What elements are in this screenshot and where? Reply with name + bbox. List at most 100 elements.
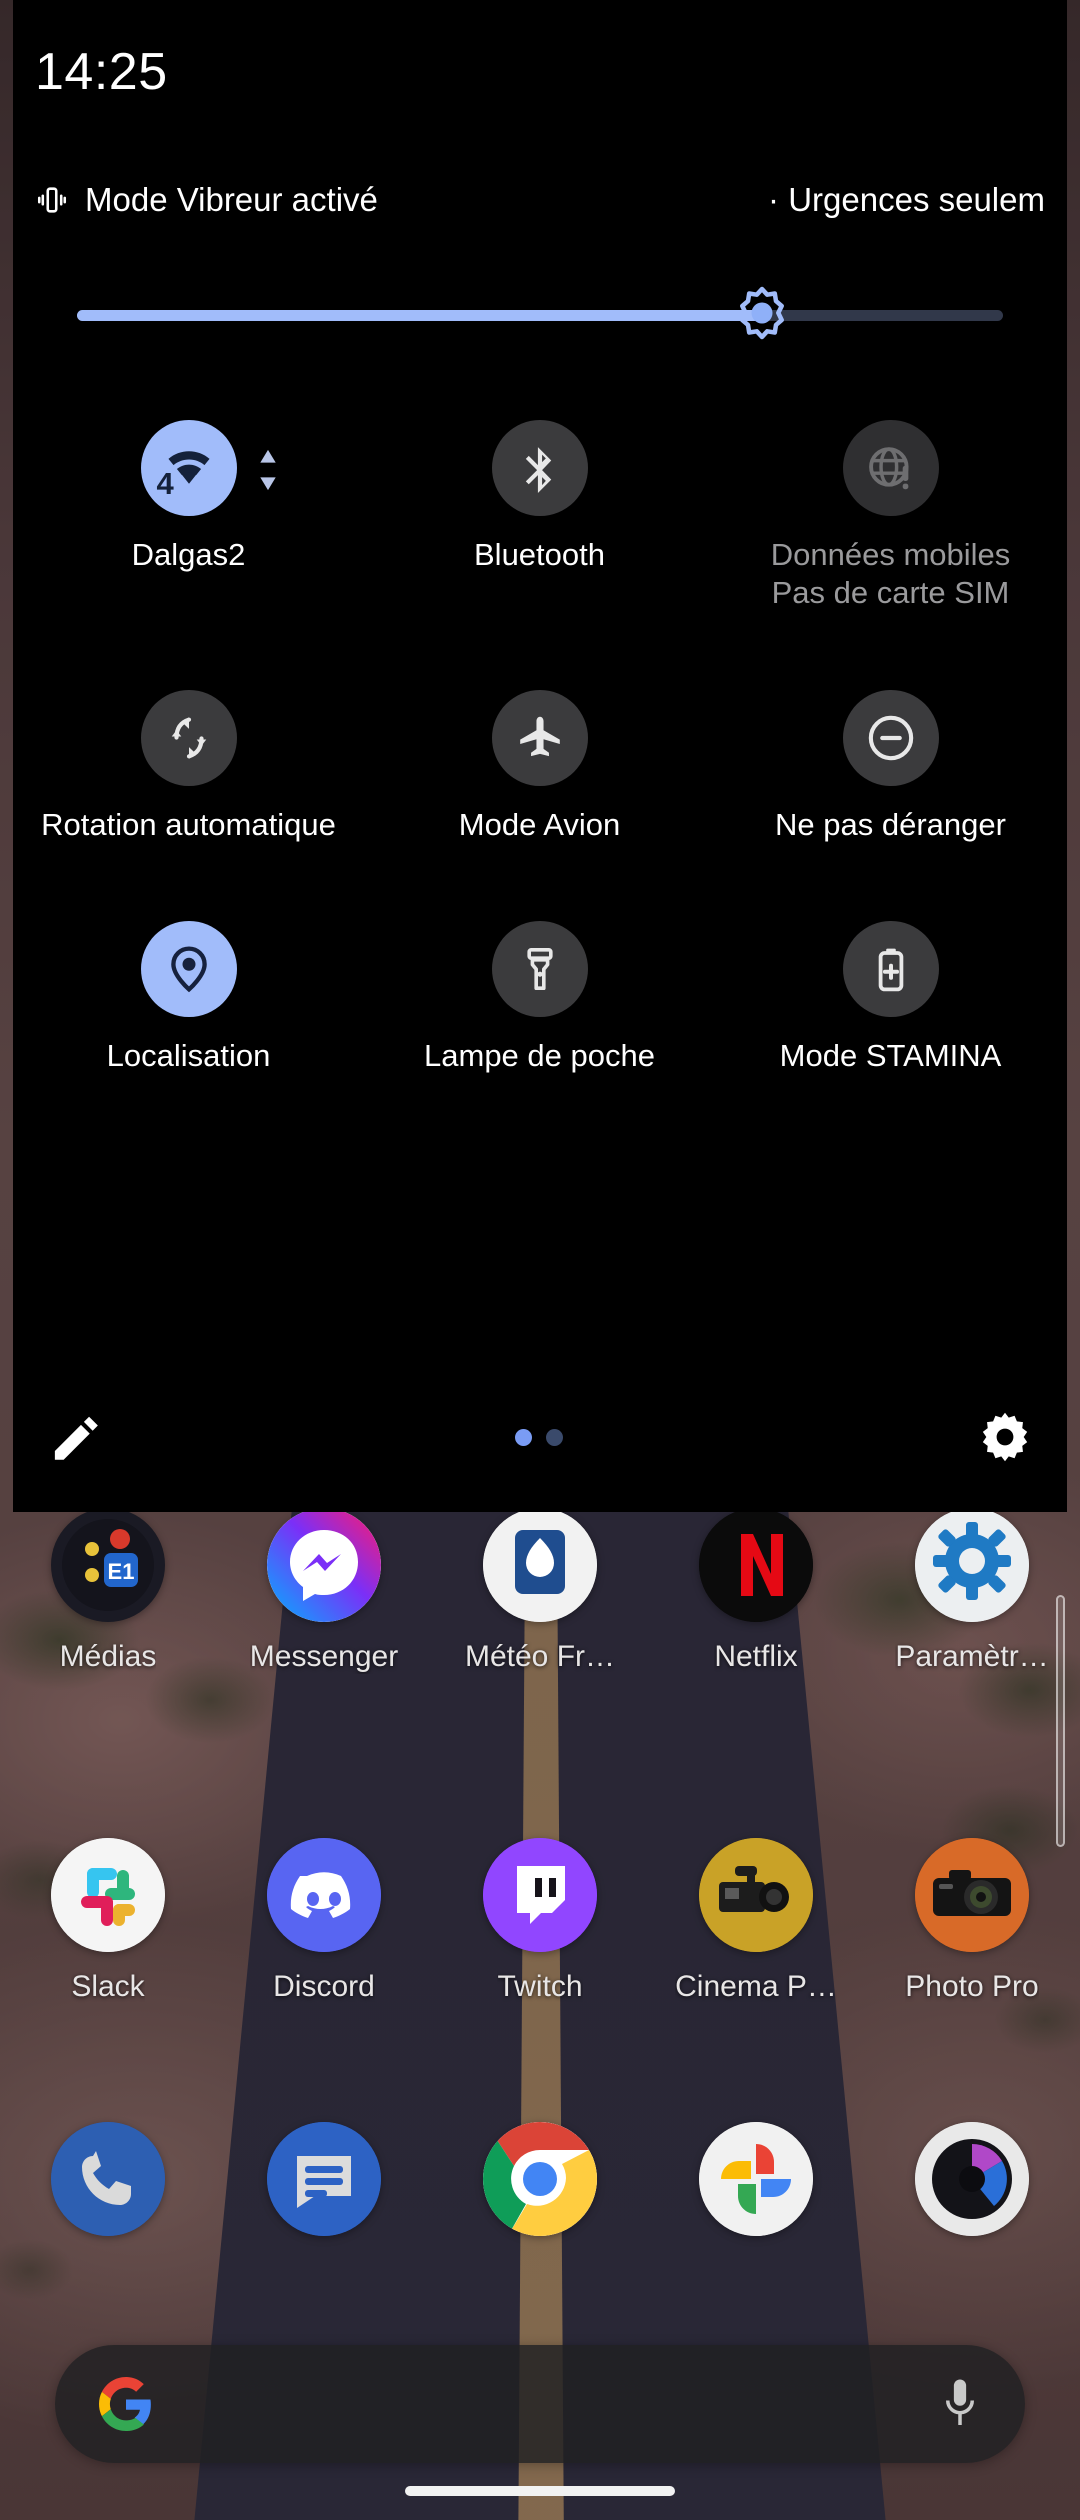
photo-pro-app-icon[interactable] bbox=[915, 1838, 1029, 1952]
app-slack[interactable]: Slack bbox=[0, 1838, 216, 2004]
dock-phone[interactable] bbox=[0, 2122, 216, 2236]
tile-label: Mode Avion bbox=[458, 806, 621, 842]
app-parametres[interactable]: Paramètr… bbox=[864, 1508, 1080, 1674]
home-dock bbox=[0, 2122, 1080, 2236]
tile-auto-rotate[interactable]: Rotation automatique bbox=[13, 689, 364, 844]
app-messenger[interactable]: Messenger bbox=[216, 1508, 432, 1674]
quick-settings-footer bbox=[13, 1362, 1067, 1512]
tile-label: Bluetooth bbox=[474, 537, 605, 572]
vibrate-icon bbox=[35, 183, 69, 217]
tile-mobile-data[interactable]: Données mobiles Pas de carte SIM bbox=[715, 420, 1066, 612]
flashlight-tile-circle[interactable] bbox=[491, 921, 588, 1018]
app-meteo-france[interactable]: Météo Fr… bbox=[432, 1508, 648, 1674]
brightness-slider[interactable] bbox=[77, 286, 1003, 340]
tile-label: Rotation automatique bbox=[41, 806, 336, 842]
tile-airplane-mode[interactable]: Mode Avion bbox=[364, 689, 715, 844]
tile-sublabel: Pas de carte SIM bbox=[771, 574, 1010, 610]
netflix-app-icon[interactable] bbox=[699, 1508, 813, 1622]
tile-label: Lampe de poche bbox=[424, 1038, 655, 1074]
app-label: Messenger bbox=[249, 1640, 399, 1673]
do-not-disturb-tile-circle[interactable] bbox=[842, 689, 939, 786]
app-label: Cinema P… bbox=[675, 1970, 837, 2003]
cinema-pro-app-icon[interactable] bbox=[699, 1838, 813, 1952]
location-tile-circle[interactable] bbox=[140, 921, 237, 1018]
home-page-scrollbar[interactable] bbox=[1056, 1595, 1065, 1847]
messages-app-icon[interactable] bbox=[267, 2122, 381, 2236]
bluetooth-tile-circle[interactable] bbox=[491, 420, 588, 516]
dock-messages[interactable] bbox=[216, 2122, 432, 2236]
gear-icon[interactable] bbox=[977, 1409, 1033, 1465]
app-label: Twitch bbox=[497, 1970, 583, 2003]
tile-label: Dalgas2 bbox=[131, 537, 246, 572]
tile-row-1: 4 Dalgas2 Bluetooth Données mobiles Pas … bbox=[13, 420, 1067, 612]
app-label: Médias bbox=[59, 1640, 157, 1673]
app-label: Netflix bbox=[714, 1640, 798, 1673]
quick-settings-tiles: 4 Dalgas2 Bluetooth Données mobiles Pas … bbox=[13, 420, 1067, 1075]
meteo-france-app-icon[interactable] bbox=[483, 1508, 597, 1622]
wifi-tile-circle[interactable]: 4 bbox=[140, 420, 276, 516]
globe-alert-icon bbox=[868, 447, 909, 490]
auto-rotate-tile-circle[interactable] bbox=[140, 689, 237, 786]
google-search-bar[interactable] bbox=[55, 2345, 1025, 2463]
page-dot-2[interactable] bbox=[546, 1428, 563, 1446]
stamina-tile-circle[interactable] bbox=[842, 921, 939, 1018]
app-row: Slack Discord Twitch Cinema P… Photo Pro bbox=[0, 1838, 1080, 2004]
tile-wifi[interactable]: 4 Dalgas2 bbox=[13, 420, 364, 612]
app-photo-pro[interactable]: Photo Pro bbox=[864, 1838, 1080, 2004]
twitch-app-icon[interactable] bbox=[483, 1838, 597, 1952]
app-twitch[interactable]: Twitch bbox=[432, 1838, 648, 2004]
tile-do-not-disturb[interactable]: Ne pas déranger bbox=[715, 689, 1066, 844]
medias-app-icon[interactable]: E1 bbox=[51, 1508, 165, 1622]
mobile-data-tile-circle[interactable] bbox=[842, 420, 939, 516]
wifi-band-badge: 4 bbox=[156, 466, 174, 501]
quick-settings-page-dots[interactable] bbox=[515, 1428, 563, 1446]
microphone-icon[interactable] bbox=[939, 2376, 981, 2432]
dock-camera[interactable] bbox=[864, 2122, 1080, 2236]
google-photos-app-icon[interactable] bbox=[699, 2122, 813, 2236]
ringer-status-label: Mode Vibreur activé bbox=[85, 181, 378, 218]
camera-app-icon[interactable] bbox=[915, 2122, 1029, 2236]
location-pin-icon bbox=[170, 946, 207, 993]
ringer-status: Mode Vibreur activé bbox=[35, 181, 378, 219]
up-down-arrows-icon bbox=[257, 448, 279, 492]
page-dot-1[interactable] bbox=[515, 1428, 532, 1446]
app-medias[interactable]: E1 Médias bbox=[0, 1508, 216, 1674]
dock-chrome[interactable] bbox=[432, 2122, 648, 2236]
app-cinema-pro[interactable]: Cinema P… bbox=[648, 1838, 864, 2004]
tile-stamina-mode[interactable]: Mode STAMINA bbox=[715, 921, 1066, 1075]
tile-row-3: Localisation Lampe de poche Mode STAMINA bbox=[13, 921, 1067, 1075]
dock-row bbox=[0, 2122, 1080, 2236]
brightness-sun-icon[interactable] bbox=[733, 286, 791, 344]
pencil-icon[interactable] bbox=[47, 1410, 101, 1464]
messenger-app-icon[interactable] bbox=[267, 1508, 381, 1622]
quick-settings-panel: 14:25 Mode Vibreur activé · Urgences seu… bbox=[13, 0, 1067, 1512]
app-row: E1 Médias Messenger Météo Fr… Netflix Pa… bbox=[0, 1508, 1080, 1674]
bluetooth-icon bbox=[525, 447, 551, 493]
tile-label: Données mobiles bbox=[770, 537, 1011, 572]
brightness-track-fill bbox=[77, 310, 763, 321]
home-gesture-bar[interactable] bbox=[405, 2486, 675, 2496]
airplane-tile-circle[interactable] bbox=[491, 689, 588, 786]
home-app-row-2: Slack Discord Twitch Cinema P… Photo Pro bbox=[0, 1838, 1080, 2004]
tile-flashlight[interactable]: Lampe de poche bbox=[364, 921, 715, 1075]
chrome-app-icon[interactable] bbox=[483, 2122, 597, 2236]
minus-circle-icon bbox=[868, 715, 913, 760]
dock-google-photos[interactable] bbox=[648, 2122, 864, 2236]
tile-location[interactable]: Localisation bbox=[13, 921, 364, 1075]
app-discord[interactable]: Discord bbox=[216, 1838, 432, 2004]
settings-app-icon[interactable] bbox=[915, 1508, 1029, 1622]
app-label: Photo Pro bbox=[905, 1970, 1039, 2003]
tile-label: Localisation bbox=[106, 1038, 271, 1074]
tile-bluetooth[interactable]: Bluetooth bbox=[364, 420, 715, 612]
app-netflix[interactable]: Netflix bbox=[648, 1508, 864, 1674]
google-g-icon bbox=[99, 2377, 153, 2431]
app-label: Discord bbox=[273, 1970, 375, 2003]
tile-label: Ne pas déranger bbox=[775, 806, 1006, 842]
app-label: Paramètr… bbox=[895, 1640, 1049, 1673]
app-label: Météo Fr… bbox=[464, 1640, 616, 1673]
slack-app-icon[interactable] bbox=[51, 1838, 165, 1952]
battery-plus-icon bbox=[878, 949, 903, 992]
phone-app-icon[interactable] bbox=[51, 2122, 165, 2236]
discord-app-icon[interactable] bbox=[267, 1838, 381, 1952]
airplane-icon bbox=[519, 716, 560, 756]
